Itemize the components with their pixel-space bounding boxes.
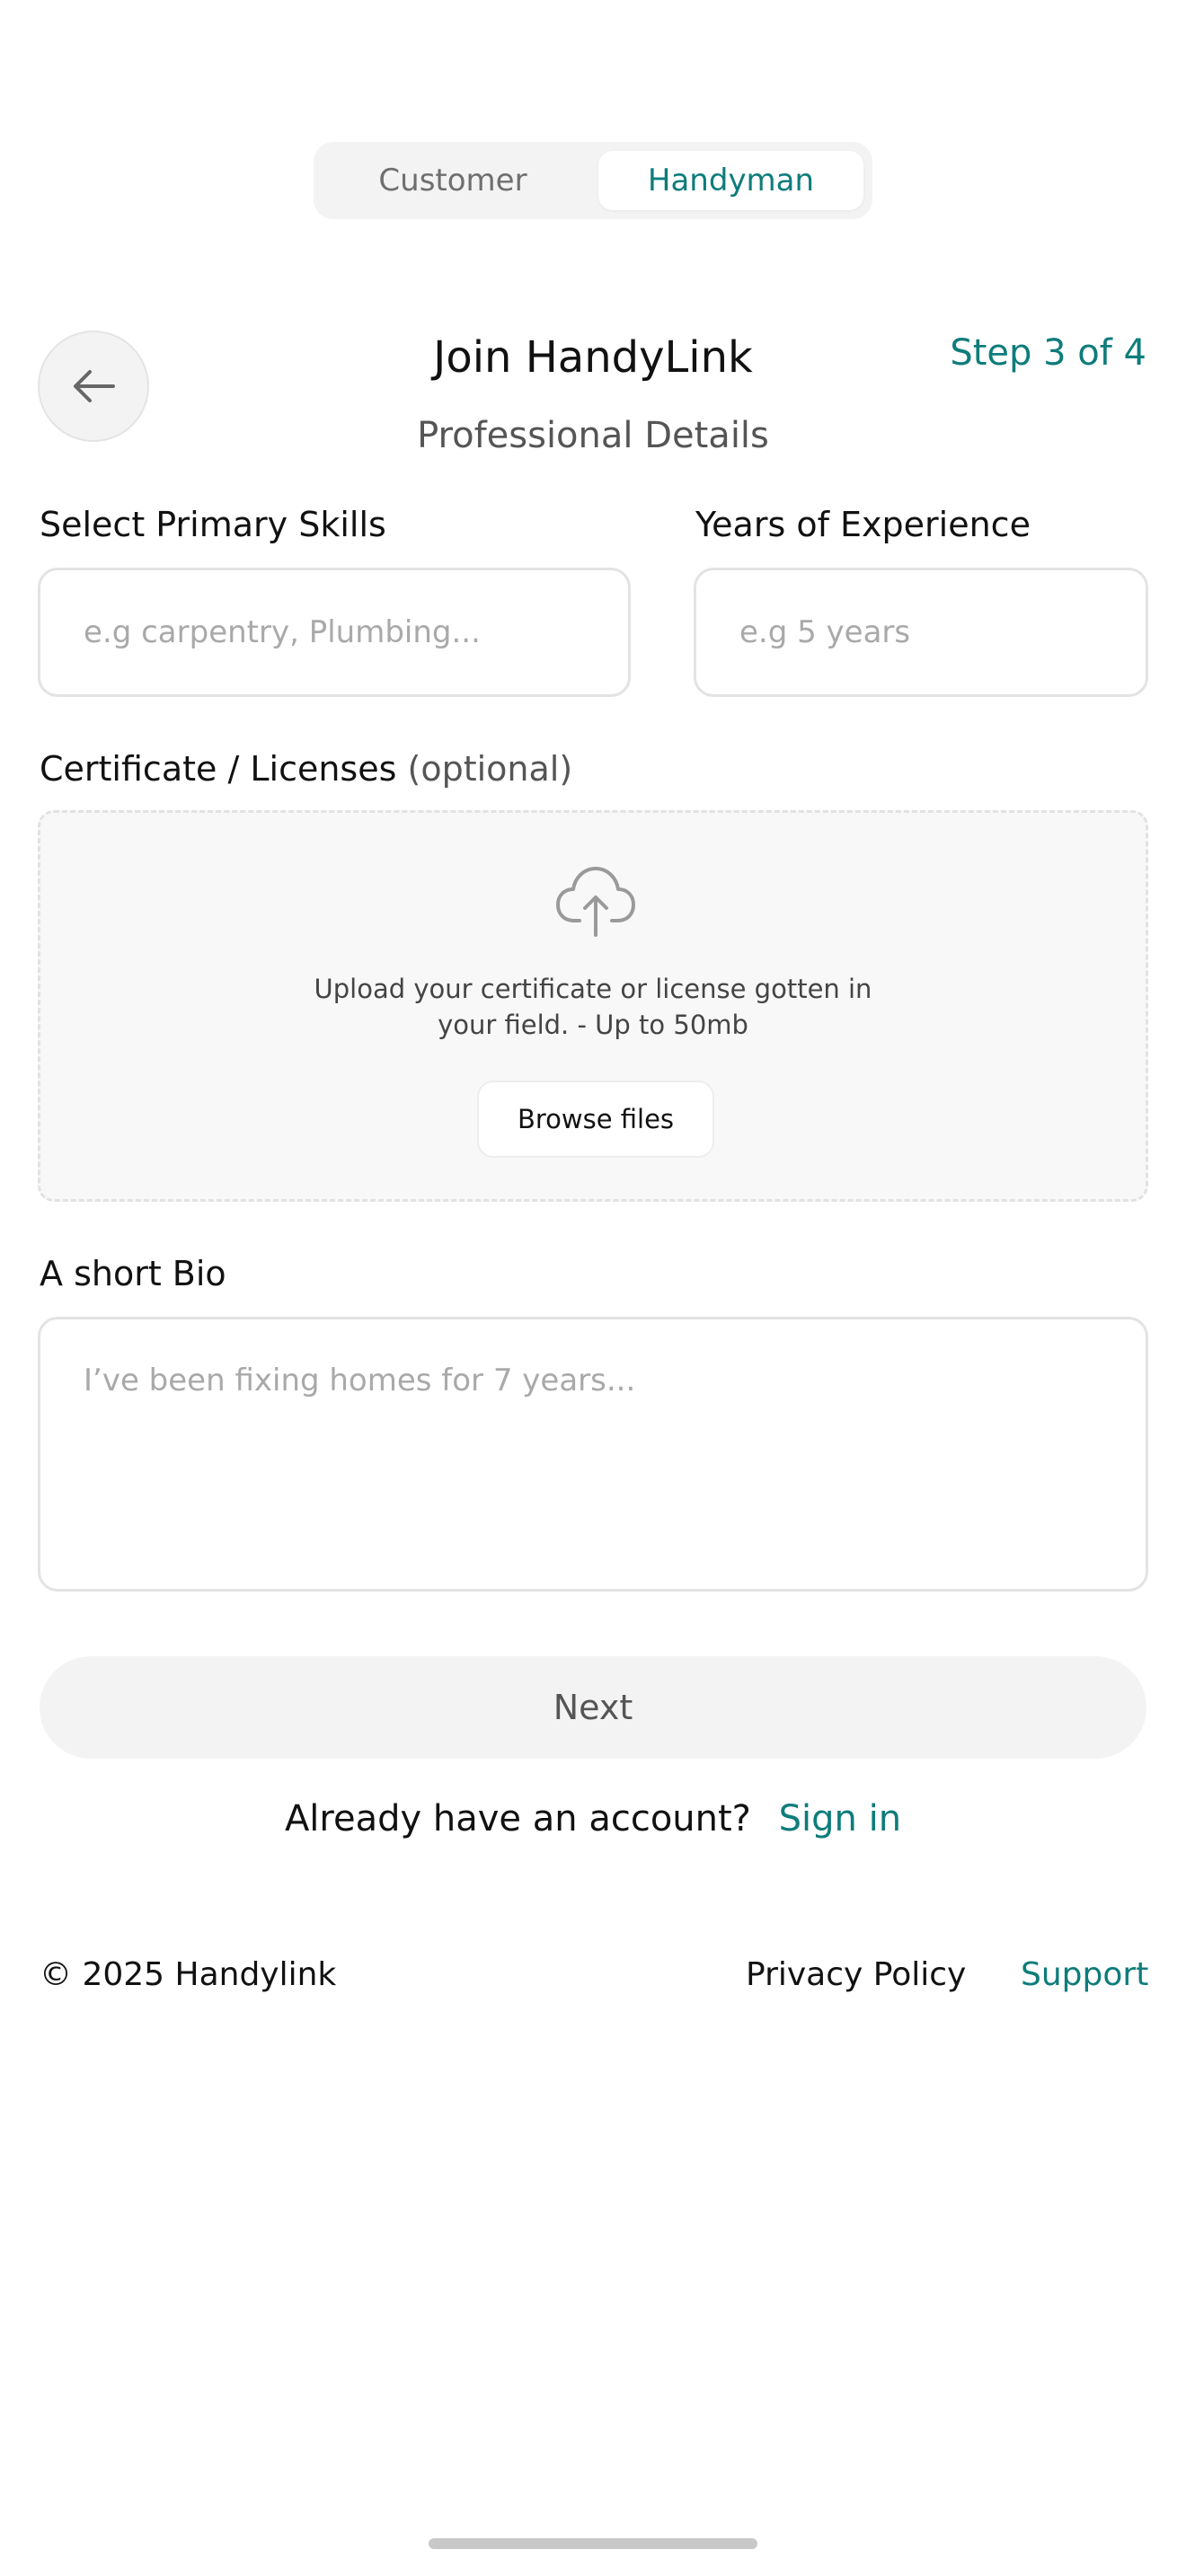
certificate-label: Certificate / Licenses (optional) [40, 749, 572, 789]
skills-input[interactable]: e.g carpentry, Plumbing... [38, 568, 631, 697]
role-option-handyman[interactable]: Handyman [598, 151, 863, 210]
signin-link[interactable]: Sign in [779, 1798, 901, 1839]
role-option-customer[interactable]: Customer [323, 151, 583, 210]
bio-placeholder: I’ve been fixing homes for 7 years... [84, 1363, 636, 1398]
next-button[interactable]: Next [40, 1656, 1146, 1759]
cloud-upload-icon [556, 867, 635, 937]
skills-placeholder: e.g carpentry, Plumbing... [84, 614, 481, 650]
years-placeholder: e.g 5 years [739, 614, 911, 650]
page-subtitle: Professional Details [417, 415, 769, 456]
role-toggle: Customer Handyman [314, 142, 872, 219]
skills-label: Select Primary Skills [40, 505, 386, 544]
years-label: Years of Experience [695, 505, 1031, 544]
browse-files-button[interactable]: Browse files [477, 1081, 714, 1158]
privacy-policy-link[interactable]: Privacy Policy [746, 1956, 966, 1993]
bio-label: A short Bio [40, 1254, 226, 1293]
signin-prompt: Already have an account? [284, 1798, 751, 1839]
support-link[interactable]: Support [1021, 1956, 1148, 1993]
home-indicator [429, 2538, 757, 2549]
copyright: © 2025 Handylink [40, 1956, 337, 1993]
upload-dropzone[interactable]: Upload your certificate or license gotte… [38, 810, 1148, 1202]
bio-textarea[interactable]: I’ve been fixing homes for 7 years... [38, 1317, 1148, 1592]
upload-instructions: Upload your certificate or license gotte… [314, 974, 872, 1040]
optional-tag: (optional) [407, 749, 573, 789]
step-indicator: Step 3 of 4 [950, 332, 1146, 374]
signin-row: Already have an account? Sign in [0, 1798, 1186, 1839]
certificate-label-text: Certificate / Licenses [40, 749, 397, 789]
years-input[interactable]: e.g 5 years [694, 568, 1148, 697]
